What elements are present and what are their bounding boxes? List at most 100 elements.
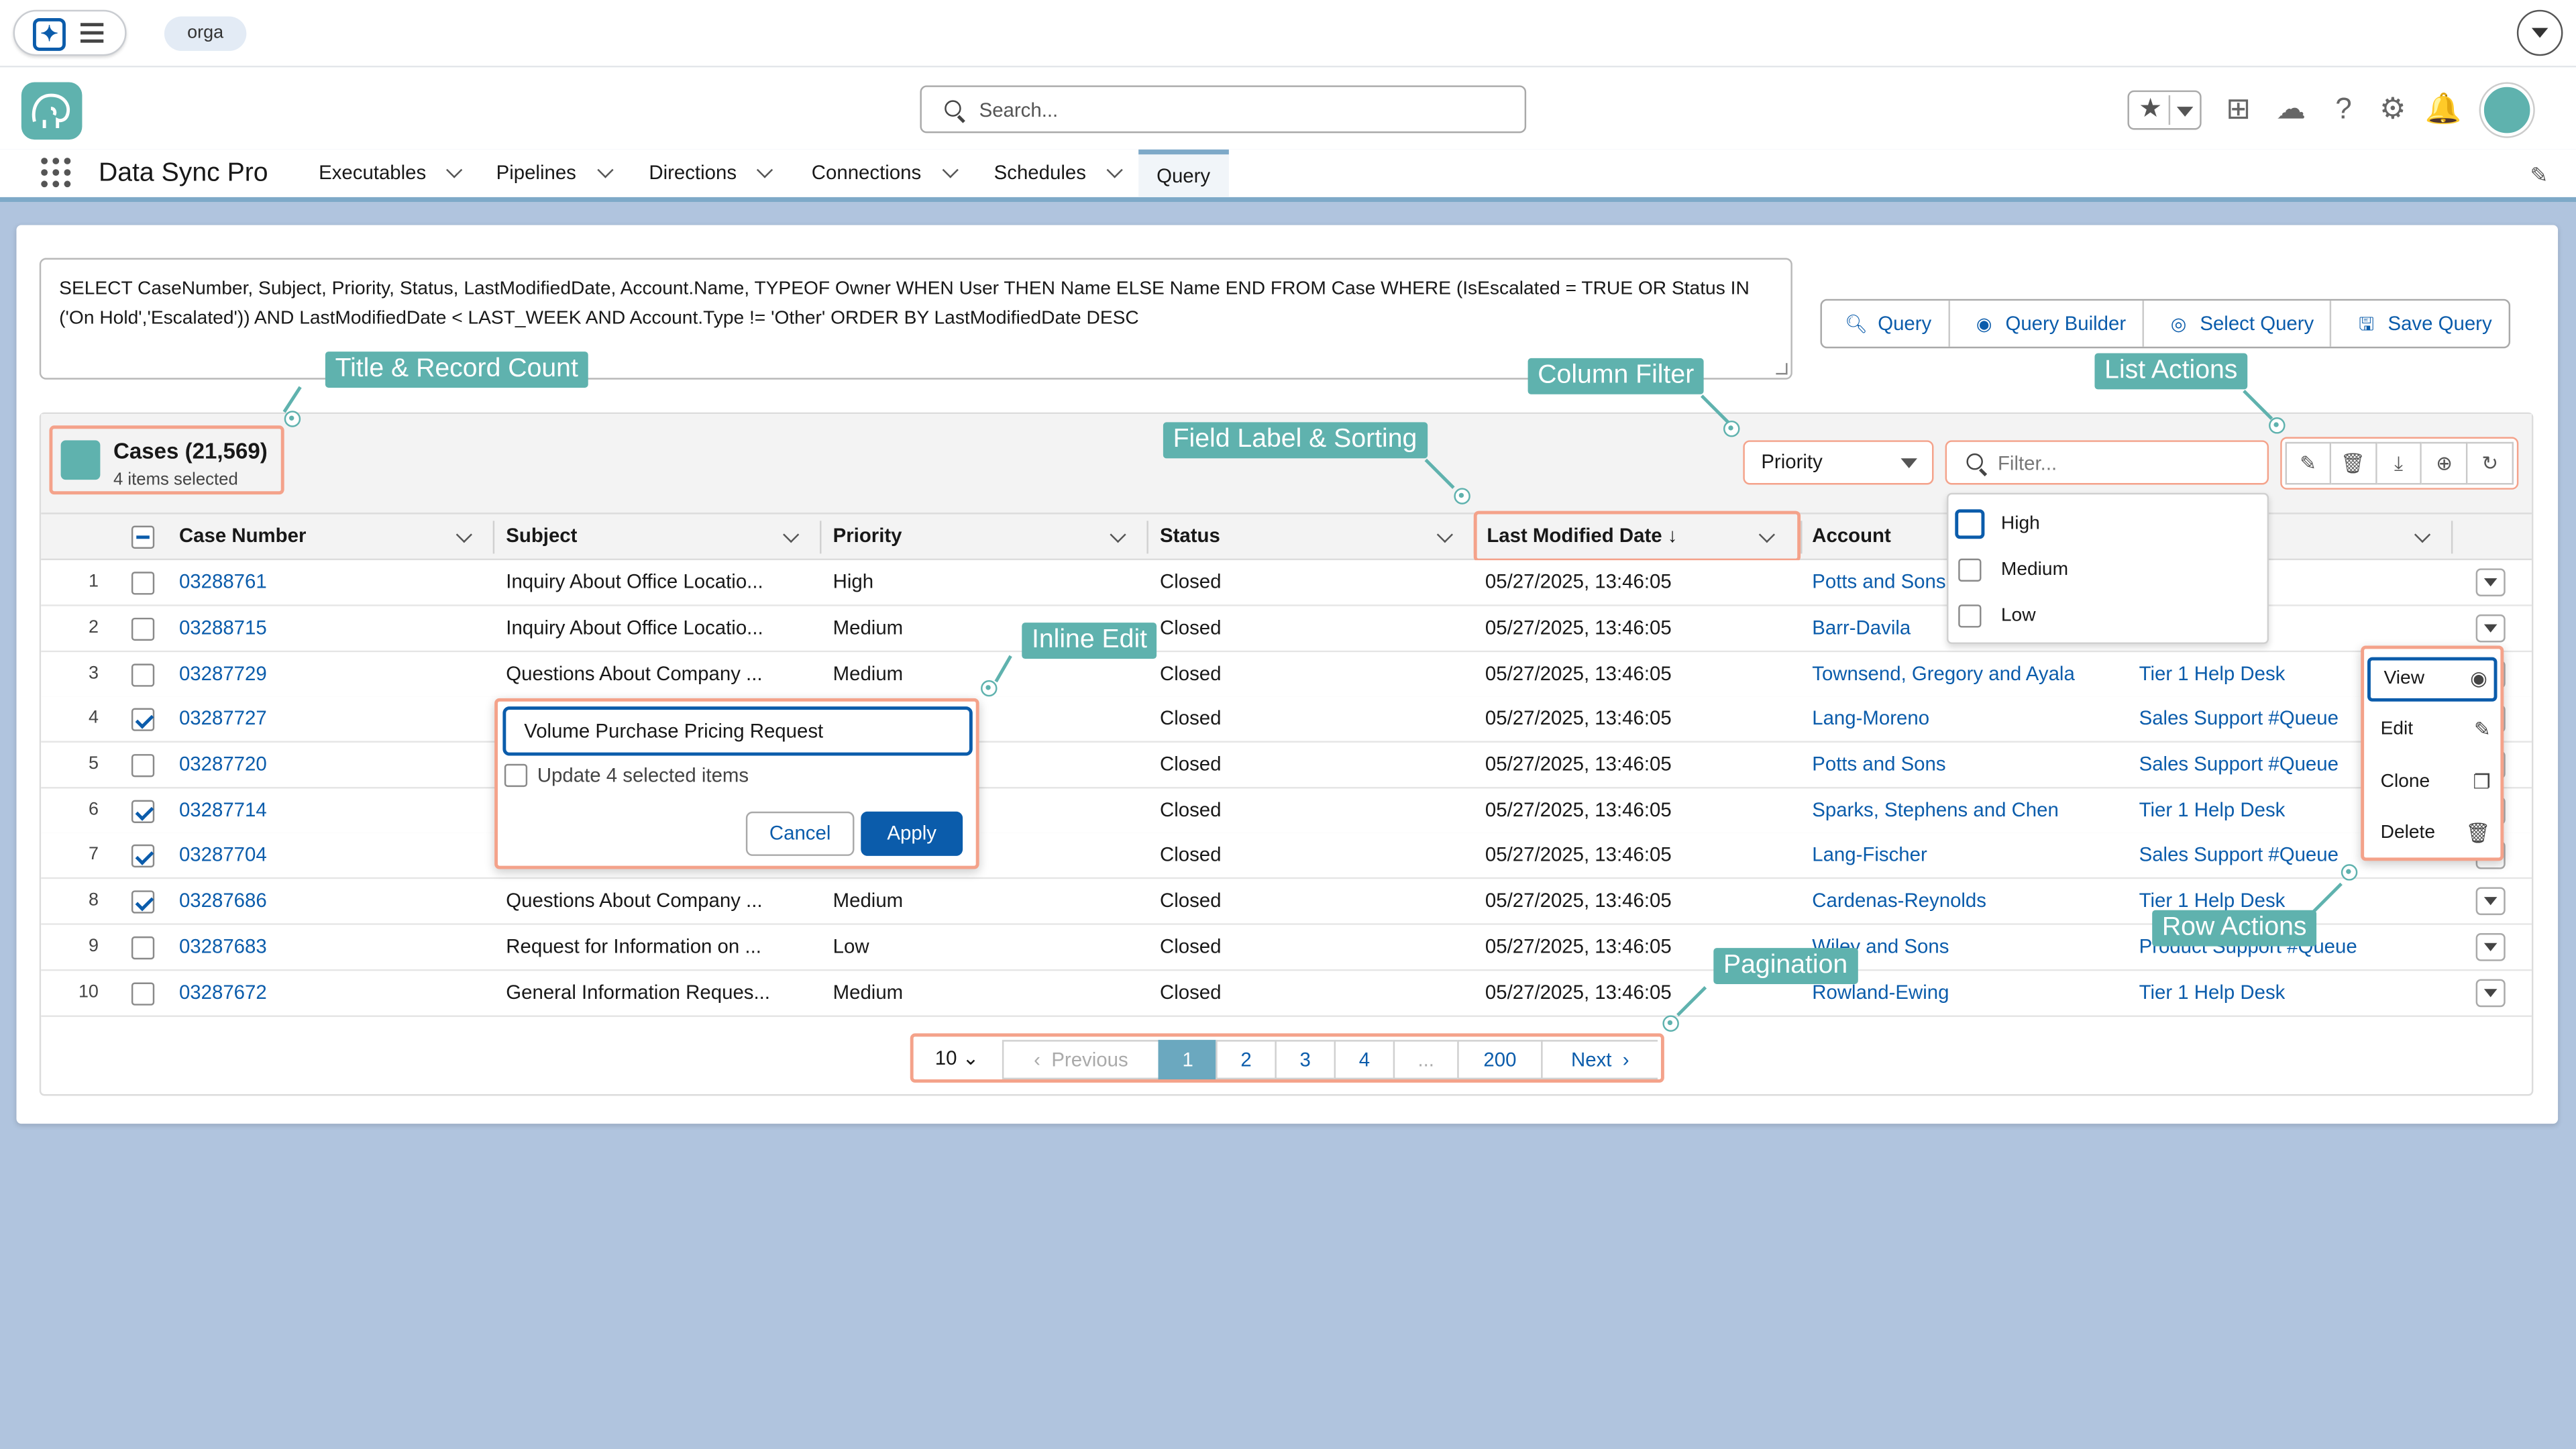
cell-case[interactable]: 03287727 — [179, 696, 267, 741]
row-checkbox[interactable] — [131, 936, 155, 960]
cell-case[interactable]: 03287720 — [179, 743, 267, 787]
cell-account[interactable]: Townsend, Gregory and Ayala — [1812, 652, 2075, 696]
nav-item-schedules[interactable]: Schedules — [994, 150, 1123, 197]
app-logo[interactable] — [21, 82, 83, 140]
column-divider[interactable] — [1146, 521, 1148, 554]
row-checkbox[interactable] — [131, 617, 155, 641]
menu-item-clone[interactable]: Clone ❐ — [2367, 761, 2497, 805]
table-row[interactable]: 4 03287727 Closed 05/27/2025, 13:46:05 Lang-… — [41, 696, 2532, 743]
next-page-button[interactable]: Next › — [1541, 1040, 1658, 1079]
nav-item-query[interactable]: Query — [1138, 149, 1229, 197]
menu-item-delete[interactable]: Delete 🗑︎ — [2367, 812, 2497, 856]
save-query-button[interactable]: 🖫 Save Query — [2330, 301, 2508, 347]
table-row[interactable]: 3 03287729 Questions About Company ... Medi… — [41, 652, 2532, 698]
row-checkbox[interactable] — [131, 708, 155, 731]
cell-owner[interactable]: Sales Support #Queue — [2139, 743, 2339, 787]
bell-icon[interactable]: 🔔 — [2425, 92, 2462, 126]
column-divider[interactable] — [2451, 521, 2453, 554]
cell-account[interactable]: Lang-Moreno — [1812, 696, 1929, 741]
nav-item-executables[interactable]: Executables — [319, 150, 464, 197]
cell-case[interactable]: 03288715 — [179, 606, 267, 651]
row-checkbox[interactable] — [131, 800, 155, 823]
cell-case[interactable]: 03287714 — [179, 789, 267, 833]
chevron-down-icon[interactable] — [2516, 9, 2563, 56]
chevron-down-icon[interactable] — [757, 162, 774, 178]
table-row[interactable]: 6 03287714 Closed 05/27/2025, 13:46:05 Spark… — [41, 788, 2532, 835]
cell-account[interactable]: Cardenas-Reynolds — [1812, 879, 1986, 923]
cell-case[interactable]: 03287683 — [179, 925, 267, 969]
page-1-button[interactable]: 1 — [1158, 1040, 1218, 1079]
inline-edit-input[interactable]: Volume Purchase Pricing Request — [502, 706, 973, 756]
checkbox[interactable] — [504, 763, 528, 788]
app-launcher-pill[interactable]: ✦ — [13, 9, 127, 56]
row-action-dropdown-icon[interactable] — [2475, 568, 2506, 596]
nav-item-pipelines[interactable]: Pipelines — [496, 150, 613, 197]
cell-account[interactable]: Potts and Sons — [1812, 560, 1945, 604]
col-case-number[interactable]: Case Number — [179, 515, 475, 559]
star-icon[interactable]: ★ — [2134, 94, 2167, 127]
cell-owner[interactable]: Tier 1 Help Desk — [2139, 971, 2286, 1015]
row-checkbox[interactable] — [131, 754, 155, 777]
favorites-button[interactable]: ★ — [2127, 90, 2202, 130]
pencil-icon[interactable]: ✎ — [2530, 162, 2548, 189]
plus-box-icon[interactable]: ⊞ — [2221, 92, 2255, 126]
row-action-dropdown-icon[interactable] — [2475, 979, 2506, 1008]
menu-icon[interactable] — [80, 23, 104, 43]
nav-item-connections[interactable]: Connections — [812, 150, 959, 197]
cell-case[interactable]: 03287704 — [179, 833, 267, 877]
trash-icon[interactable]: 🗑︎ — [2330, 441, 2377, 485]
resize-grip-icon[interactable] — [1776, 363, 1788, 375]
query-builder-button[interactable]: ◉ Query Builder — [1947, 301, 2143, 347]
chevron-down-icon[interactable] — [2414, 527, 2431, 543]
sparkle-icon[interactable]: ✦ — [32, 17, 66, 51]
column-filter-input[interactable]: Filter... — [1945, 440, 2269, 485]
nav-item-directions[interactable]: Directions — [649, 150, 774, 197]
app-launcher-waffle-icon[interactable] — [41, 158, 74, 191]
menu-item-edit[interactable]: Edit ✎ — [2367, 708, 2497, 753]
chevron-down-icon[interactable] — [455, 527, 472, 543]
download-icon[interactable]: ⤓ — [2376, 441, 2422, 485]
select-query-button[interactable]: ◎ Select Query — [2142, 301, 2330, 347]
page-2-button[interactable]: 2 — [1216, 1040, 1277, 1079]
page-3-button[interactable]: 3 — [1275, 1040, 1336, 1079]
add-circle-icon[interactable]: ⊕ — [2422, 441, 2468, 485]
cell-case[interactable]: 03287672 — [179, 971, 267, 1015]
chevron-down-icon[interactable] — [1106, 162, 1123, 178]
col-status[interactable]: Status — [1160, 515, 1456, 559]
gear-icon[interactable]: ⚙ — [2375, 92, 2410, 126]
previous-page-button[interactable]: ‹ Previous — [1002, 1040, 1160, 1079]
col-priority[interactable]: Priority — [833, 515, 1129, 559]
cell-case[interactable]: 03287686 — [179, 879, 267, 923]
column-divider[interactable] — [820, 521, 822, 554]
trailhead-icon[interactable]: ☁ — [2273, 92, 2308, 126]
cell-case[interactable]: 03288761 — [179, 560, 267, 604]
priority-option-low[interactable]: Low — [1958, 595, 2036, 638]
help-icon[interactable]: ? — [2326, 92, 2361, 126]
global-search[interactable]: Search... — [920, 85, 1527, 133]
row-checkbox[interactable] — [131, 844, 155, 868]
chevron-down-icon[interactable] — [446, 162, 464, 178]
caret-down-icon[interactable] — [2176, 107, 2194, 117]
cell-owner[interactable]: Tier 1 Help Desk — [2139, 652, 2286, 696]
chevron-down-icon[interactable] — [941, 162, 959, 178]
cancel-button[interactable]: Cancel — [745, 811, 855, 856]
column-filter-select[interactable]: Priority — [1743, 440, 1934, 485]
cell-account[interactable]: Sparks, Stephens and Chen — [1812, 789, 2059, 833]
cell-owner[interactable]: Sales Support #Queue — [2139, 696, 2339, 741]
table-row[interactable]: 7 03287704 Closed 05/27/2025, 13:46:05 Lang-… — [41, 833, 2532, 879]
row-checkbox[interactable] — [131, 890, 155, 914]
chevron-down-icon[interactable] — [783, 527, 800, 543]
checkbox[interactable] — [1955, 509, 1985, 539]
pencil-icon[interactable]: ✎ — [2285, 441, 2331, 485]
update-selected-option[interactable]: Update 4 selected items — [504, 762, 749, 788]
cell-account[interactable]: Barr-Davila — [1812, 606, 1911, 651]
table-row[interactable]: 5 03287720 Closed 05/27/2025, 13:46:05 Potts… — [41, 742, 2532, 789]
row-checkbox[interactable] — [131, 982, 155, 1006]
checkbox[interactable] — [1958, 558, 1982, 582]
cell-account[interactable]: Lang-Fischer — [1812, 833, 1927, 877]
row-action-dropdown-icon[interactable] — [2475, 887, 2506, 916]
page-size-select[interactable]: 10 ⌄ — [923, 1040, 991, 1079]
cell-owner[interactable]: Tier 1 Help Desk — [2139, 789, 2286, 833]
row-action-dropdown-icon[interactable] — [2475, 614, 2506, 643]
col-subject[interactable]: Subject — [506, 515, 802, 559]
